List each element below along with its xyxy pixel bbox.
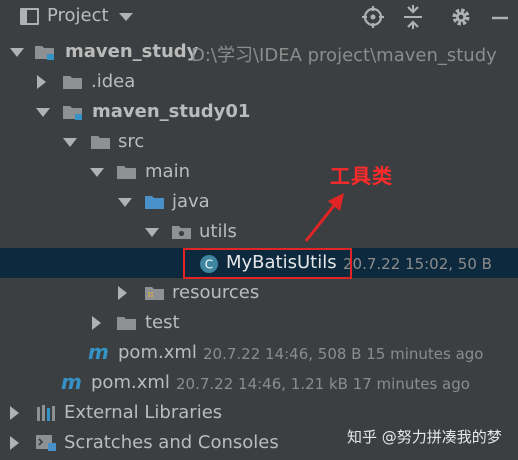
- maven-icon: m: [88, 340, 109, 364]
- tree-row-utils[interactable]: utils: [0, 217, 518, 247]
- folder-icon: [117, 317, 136, 330]
- tree-label-root-pom: pom.xml: [91, 372, 170, 393]
- tree-label-idea: .idea: [91, 71, 136, 92]
- project-toolbar: Project: [0, 0, 518, 34]
- tree-label-resources: resources: [172, 282, 260, 303]
- tree-row-root-pom[interactable]: m pom.xml 20.7.22 14:46, 1.21 kB 17 minu…: [0, 368, 518, 398]
- expand-arrow-icon[interactable]: [36, 108, 50, 117]
- expand-arrow-icon[interactable]: [10, 48, 24, 57]
- expand-arrow-icon[interactable]: [90, 168, 104, 177]
- tree-row-test[interactable]: test: [0, 308, 518, 338]
- maven-icon: m: [61, 370, 82, 394]
- collapse-all-icon[interactable]: [401, 5, 425, 29]
- minimize-icon[interactable]: [488, 5, 512, 29]
- tree-row-main[interactable]: main: [0, 157, 518, 187]
- expand-arrow-icon[interactable]: [145, 228, 159, 237]
- tree-label-module-pom: pom.xml: [118, 342, 197, 363]
- package-icon: [172, 226, 191, 239]
- tree-meta-module-pom: 20.7.22 14:46, 508 B 15 minutes ago: [203, 345, 484, 363]
- collapsed-arrow-icon[interactable]: [10, 406, 19, 420]
- tree-row-module[interactable]: maven_study01: [0, 97, 518, 127]
- folder-icon: [91, 136, 110, 149]
- tree-meta-class-file: 20.7.22 15:02, 50 B: [343, 255, 492, 273]
- tree-row-src[interactable]: src: [0, 127, 518, 157]
- folder-icon: [63, 76, 82, 89]
- gear-icon[interactable]: [449, 5, 473, 29]
- module-folder-icon: [63, 106, 82, 120]
- tree-row-external-libraries[interactable]: External Libraries: [0, 398, 518, 428]
- tree-root-path: D:\学习\IDEA project\maven_study: [191, 45, 497, 66]
- tree-label-scratches: Scratches and Consoles: [64, 432, 279, 453]
- tree-row-resources[interactable]: resources: [0, 278, 518, 308]
- tree-row-java[interactable]: java: [0, 187, 518, 217]
- annotation-arrow-icon: [304, 193, 344, 242]
- source-folder-icon: [145, 196, 164, 209]
- chevron-down-icon[interactable]: [119, 13, 133, 21]
- collapsed-arrow-icon[interactable]: [118, 286, 127, 300]
- resources-folder-icon: [145, 287, 164, 300]
- tree-label-java: java: [172, 191, 210, 212]
- folder-icon: [117, 166, 136, 179]
- panel-icon[interactable]: [20, 8, 39, 25]
- tree-label-root: maven_study: [65, 41, 199, 62]
- library-icon: [37, 405, 55, 421]
- collapsed-arrow-icon[interactable]: [37, 75, 46, 89]
- tree-meta-root-pom: 20.7.22 14:46, 1.21 kB 17 minutes ago: [176, 375, 470, 393]
- expand-arrow-icon[interactable]: [118, 198, 132, 207]
- annotation-highlight-box: [183, 248, 352, 279]
- module-folder-icon: [35, 46, 54, 60]
- tree-row-module-pom[interactable]: m pom.xml 20.7.22 14:46, 508 B 15 minute…: [0, 338, 518, 368]
- collapsed-arrow-icon[interactable]: [10, 436, 19, 450]
- tree-row-idea[interactable]: .idea: [0, 67, 518, 97]
- collapsed-arrow-icon[interactable]: [92, 316, 101, 330]
- tree-label-main: main: [145, 161, 190, 182]
- panel-title[interactable]: Project: [47, 5, 109, 26]
- tree-label-external-libraries: External Libraries: [64, 402, 223, 423]
- tree-label-utils: utils: [199, 221, 237, 242]
- scratches-icon: [36, 435, 56, 451]
- tree-row-root[interactable]: maven_study D:\学习\IDEA project\maven_stu…: [0, 37, 518, 67]
- locate-target-icon[interactable]: [361, 5, 385, 29]
- tree-label-test: test: [145, 312, 180, 333]
- expand-arrow-icon[interactable]: [63, 138, 77, 147]
- tree-label-module: maven_study01: [92, 101, 251, 122]
- watermark: 知乎 @努力拼凑我的梦: [347, 428, 502, 446]
- tree-label-src: src: [118, 131, 145, 152]
